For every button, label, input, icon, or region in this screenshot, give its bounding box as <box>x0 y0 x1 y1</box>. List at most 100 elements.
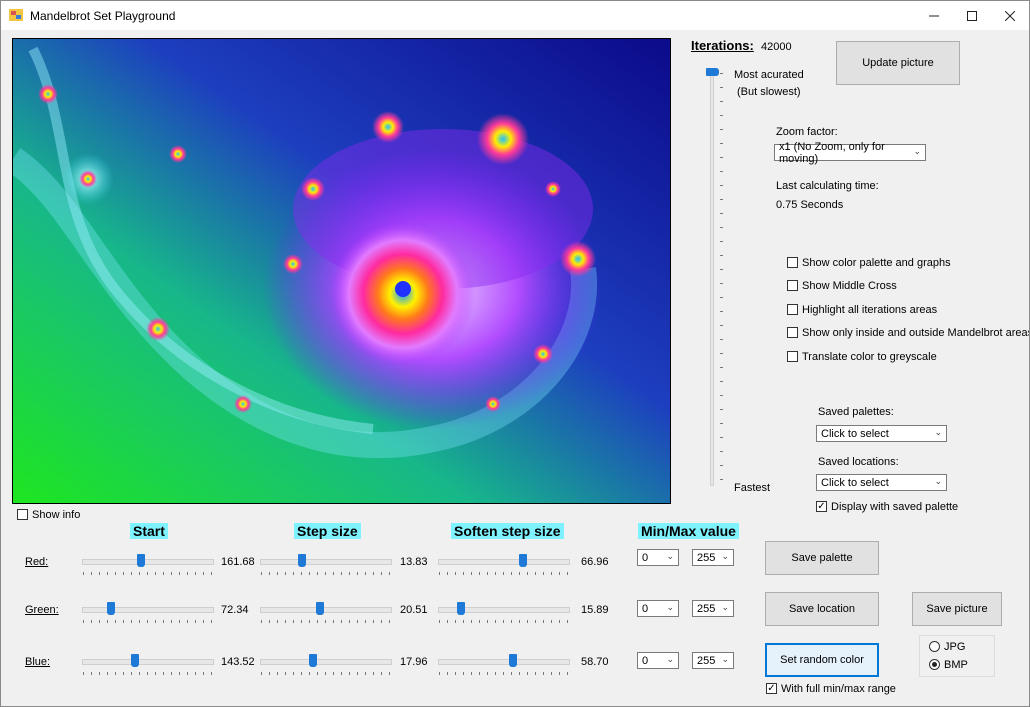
blue-start-value: 143.52 <box>221 656 255 668</box>
option-checkbox-greyscale[interactable] <box>787 351 798 362</box>
jpg-label: JPG <box>944 641 966 653</box>
maximize-icon <box>967 10 977 21</box>
save-location-button[interactable]: Save location <box>765 592 879 626</box>
green-step-thumb[interactable] <box>316 602 324 615</box>
slider-ticks <box>439 620 569 623</box>
full-range-checkbox[interactable]: ✓ <box>766 683 777 694</box>
app-icon <box>9 9 23 21</box>
save-palette-button[interactable]: Save palette <box>765 541 879 575</box>
green-min-value: 0 <box>642 602 649 615</box>
chevron-down-icon: ⌄ <box>721 551 729 561</box>
red-step-slider[interactable] <box>260 559 392 565</box>
iterations-value: 42000 <box>761 41 792 53</box>
show-info-label: Show info <box>32 509 81 521</box>
green-step-slider[interactable] <box>260 607 392 613</box>
red-start-value: 161.68 <box>221 556 255 568</box>
slider-ticks <box>83 620 213 623</box>
green-start-thumb[interactable] <box>107 602 115 615</box>
header-step-size: Step size <box>294 523 361 539</box>
chevron-down-icon: ⌄ <box>666 654 674 664</box>
red-min-select[interactable]: 0 ⌄ <box>637 549 679 566</box>
header-min-max: Min/Max value <box>638 523 739 539</box>
close-button[interactable] <box>991 1 1029 30</box>
slider-top-label: Most acurated <box>734 69 804 81</box>
green-min-select[interactable]: 0 ⌄ <box>637 600 679 617</box>
minimize-button[interactable] <box>915 1 953 30</box>
green-soften-value: 15.89 <box>581 604 609 616</box>
saved-palettes-select[interactable]: Click to select ⌄ <box>816 425 947 442</box>
red-soften-thumb[interactable] <box>519 554 527 567</box>
row-label-red: Red: <box>25 556 49 568</box>
red-soften-value: 66.96 <box>581 556 609 568</box>
option-checkbox-inside-outside[interactable] <box>787 327 798 338</box>
update-picture-button[interactable]: Update picture <box>836 41 960 85</box>
blue-step-thumb[interactable] <box>309 654 317 667</box>
blue-min-select[interactable]: 0 ⌄ <box>637 652 679 669</box>
header-soften-step-size: Soften step size <box>451 523 564 539</box>
option-checkbox-highlight[interactable] <box>787 304 798 315</box>
blue-max-value: 255 <box>697 654 716 667</box>
option-label: Show color palette and graphs <box>802 257 951 269</box>
red-start-thumb[interactable] <box>137 554 145 567</box>
display-saved-palette-checkbox[interactable]: ✓ <box>816 501 827 512</box>
blue-start-thumb[interactable] <box>131 654 139 667</box>
blue-max-select[interactable]: 255 ⌄ <box>692 652 734 669</box>
green-soften-thumb[interactable] <box>457 602 465 615</box>
blue-soften-value: 58.70 <box>581 656 609 668</box>
option-checkbox-palette[interactable] <box>787 257 798 268</box>
blue-soften-thumb[interactable] <box>509 654 517 667</box>
maximize-button[interactable] <box>953 1 991 30</box>
saved-locations-select[interactable]: Click to select ⌄ <box>816 474 947 491</box>
iterations-slider-track[interactable] <box>710 71 714 486</box>
saved-locations-label: Saved locations: <box>818 456 899 468</box>
title-bar: Mandelbrot Set Playground <box>1 1 1029 30</box>
red-max-select[interactable]: 255 ⌄ <box>692 549 734 566</box>
red-soften-slider[interactable] <box>438 559 570 565</box>
iterations-slider-ticks <box>720 73 723 483</box>
full-range-label: With full min/max range <box>781 683 896 695</box>
blue-step-slider[interactable] <box>260 659 392 665</box>
close-icon <box>1005 10 1015 21</box>
bmp-radio[interactable] <box>929 659 940 670</box>
row-label-green: Green: <box>25 604 59 616</box>
slider-ticks <box>261 620 391 623</box>
window-title: Mandelbrot Set Playground <box>30 9 176 23</box>
green-max-value: 255 <box>697 602 716 615</box>
iterations-slider-thumb[interactable] <box>706 68 719 76</box>
green-start-slider[interactable] <box>82 607 214 613</box>
slider-ticks <box>261 572 391 575</box>
green-max-select[interactable]: 255 ⌄ <box>692 600 734 617</box>
slider-bottom-label: Fastest <box>734 482 771 494</box>
slider-top-sublabel: (But slowest) <box>737 86 801 98</box>
blue-start-slider[interactable] <box>82 659 214 665</box>
chevron-down-icon: ⌄ <box>721 602 729 612</box>
chevron-down-icon: ⌄ <box>934 427 942 437</box>
chevron-down-icon: ⌄ <box>666 602 674 612</box>
bmp-label: BMP <box>944 659 968 671</box>
option-checkbox-cross[interactable] <box>787 280 798 291</box>
blue-soften-slider[interactable] <box>438 659 570 665</box>
red-step-thumb[interactable] <box>298 554 306 567</box>
green-start-value: 72.34 <box>221 604 249 616</box>
option-label: Show only inside and outside Mandelbrot … <box>802 327 1030 339</box>
red-step-value: 13.83 <box>400 556 428 568</box>
zoom-select[interactable]: x1 (No Zoom, only for moving) ⌄ <box>774 141 926 165</box>
blue-min-value: 0 <box>642 654 649 667</box>
blue-step-value: 17.96 <box>400 656 428 668</box>
jpg-radio[interactable] <box>929 641 940 652</box>
show-info-checkbox[interactable] <box>17 509 28 520</box>
option-label: Translate color to greyscale <box>802 351 937 363</box>
save-picture-button[interactable]: Save picture <box>912 592 1002 626</box>
red-min-value: 0 <box>642 551 649 564</box>
saved-palettes-label: Saved palettes: <box>818 406 894 418</box>
chevron-down-icon: ⌄ <box>666 551 674 561</box>
mandelbrot-canvas[interactable] <box>12 38 671 504</box>
red-start-slider[interactable] <box>82 559 214 565</box>
set-random-color-button[interactable]: Set random color <box>765 643 879 677</box>
slider-ticks <box>83 572 213 575</box>
slider-ticks <box>439 572 569 575</box>
row-label-blue: Blue: <box>25 656 51 668</box>
fractal-image <box>13 39 670 503</box>
display-saved-palette-label: Display with saved palette <box>831 501 959 513</box>
chevron-down-icon: ⌄ <box>721 654 729 664</box>
